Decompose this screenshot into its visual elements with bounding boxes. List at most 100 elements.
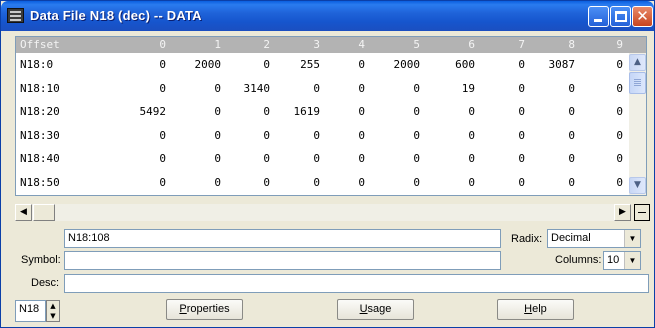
data-file-icon (7, 8, 24, 23)
table-cell[interactable]: 0 (181, 152, 221, 165)
table-cell[interactable]: 0 (485, 176, 525, 189)
table-cell[interactable]: 2000 (181, 58, 222, 71)
table-cell[interactable]: 0 (535, 129, 575, 142)
table-cell[interactable]: 3087 (535, 58, 576, 71)
table-cell[interactable]: 0 (535, 152, 575, 165)
table-cell[interactable]: 0 (325, 129, 365, 142)
table-cell[interactable]: 0 (435, 176, 475, 189)
table-cell[interactable]: 0 (435, 105, 475, 118)
table-cell[interactable]: 0 (126, 82, 166, 95)
table-cell[interactable]: 0 (380, 129, 420, 142)
help-accel: H (524, 303, 533, 315)
table-cell[interactable]: 0 (230, 176, 270, 189)
table-cell[interactable]: 0 (380, 152, 420, 165)
columns-select[interactable]: 10 ▼ (603, 251, 641, 270)
table-cell[interactable]: 0 (485, 129, 525, 142)
horizontal-scrollbar[interactable]: ◀ ▶ (15, 204, 631, 221)
title-bar[interactable]: Data File N18 (dec) -- DATA ✕ (1, 1, 654, 31)
properties-button[interactable]: Properties (166, 299, 243, 320)
table-cell[interactable]: 0 (126, 176, 166, 189)
table-cell[interactable]: 0 (435, 152, 475, 165)
minimize-button[interactable] (588, 6, 609, 27)
table-row[interactable]: N18:30 0 0 0 0 0 0 0 0 0 0 (16, 124, 628, 148)
table-cell[interactable]: 0 (485, 82, 525, 95)
symbol-field[interactable] (64, 251, 501, 270)
table-cell[interactable]: 0 (280, 176, 320, 189)
table-cell[interactable]: 0 (181, 129, 221, 142)
table-cell[interactable]: 0 (230, 105, 270, 118)
help-button[interactable]: Help (497, 299, 574, 320)
table-cell[interactable]: 3140 (230, 82, 271, 95)
scroll-up-button[interactable]: ▲ (629, 54, 646, 71)
maximize-icon (615, 11, 627, 22)
table-cell[interactable]: 0 (325, 105, 365, 118)
table-cell[interactable]: 0 (280, 82, 320, 95)
table-cell[interactable]: 0 (485, 58, 525, 71)
address-field[interactable]: N18:108 (64, 229, 501, 248)
columns-label: Columns: (555, 254, 602, 266)
split-pane-button[interactable] (634, 204, 650, 221)
table-cell[interactable]: 0 (181, 105, 221, 118)
close-button[interactable]: ✕ (632, 6, 653, 27)
table-cell[interactable]: 0 (583, 105, 623, 118)
table-cell[interactable]: 0 (126, 129, 166, 142)
table-cell[interactable]: 0 (280, 129, 320, 142)
table-cell[interactable]: 0 (230, 152, 270, 165)
usage-button[interactable]: Usage (337, 299, 414, 320)
table-cell[interactable]: 0 (126, 152, 166, 165)
table-cell[interactable]: 0 (380, 105, 420, 118)
table-cell[interactable]: 0 (535, 82, 575, 95)
maximize-button[interactable] (610, 6, 631, 27)
scroll-left-button[interactable]: ◀ (15, 204, 32, 221)
column-header-offset: Offset (20, 38, 60, 51)
table-cell[interactable]: 0 (535, 176, 575, 189)
spin-down-icon[interactable]: ▼ (47, 311, 59, 321)
table-cell[interactable]: 0 (181, 82, 221, 95)
table-cell[interactable]: 0 (325, 58, 365, 71)
table-cell[interactable]: 0 (325, 152, 365, 165)
table-cell[interactable]: 0 (583, 58, 623, 71)
file-spinner[interactable]: ▲ ▼ (46, 300, 60, 322)
table-row[interactable]: N18:10 0 0 3140 0 0 0 19 0 0 0 (16, 77, 628, 101)
table-cell[interactable]: 19 (435, 82, 475, 95)
table-cell[interactable]: 0 (230, 129, 270, 142)
table-cell[interactable]: 0 (583, 82, 623, 95)
table-cell[interactable]: 5492 (126, 105, 167, 118)
vertical-scrollbar[interactable]: ▲ ▼ (629, 53, 646, 195)
spin-up-icon[interactable]: ▲ (47, 301, 59, 311)
desc-field[interactable] (64, 274, 649, 293)
table-row[interactable]: N18:0 0 2000 0 255 0 2000 600 0 3087 0 (16, 53, 628, 77)
table-cell[interactable]: 0 (126, 58, 166, 71)
desc-label: Desc: (31, 277, 60, 289)
table-cell[interactable]: 0 (583, 176, 623, 189)
table-cell[interactable]: 0 (485, 152, 525, 165)
scroll-right-button[interactable]: ▶ (614, 204, 631, 221)
table-cell[interactable]: 0 (485, 105, 525, 118)
radix-select[interactable]: Decimal ▼ (547, 229, 641, 248)
table-row[interactable]: N18:50 0 0 0 0 0 0 0 0 0 0 (16, 171, 628, 195)
table-row[interactable]: N18:20 5492 0 0 1619 0 0 0 0 0 0 (16, 100, 628, 124)
scroll-down-button[interactable]: ▼ (629, 177, 646, 194)
table-cell[interactable]: 0 (380, 176, 420, 189)
table-cell[interactable]: 0 (583, 129, 623, 142)
table-cell[interactable]: 0 (380, 82, 420, 95)
data-table[interactable]: Offset 0 1 2 3 4 5 6 7 8 9 N18:0 0 2000 0 255 0 2000 600 0… (15, 36, 647, 196)
table-cell[interactable]: 0 (583, 152, 623, 165)
table-cell[interactable]: 600 (435, 58, 475, 71)
file-field[interactable]: N18 (15, 300, 46, 322)
horizontal-scroll-thumb[interactable] (33, 204, 55, 221)
usage-label: sage (367, 303, 392, 315)
table-cell[interactable]: 0 (435, 129, 475, 142)
table-cell[interactable]: 0 (181, 176, 221, 189)
table-cell[interactable]: 0 (280, 152, 320, 165)
radix-label: Radix: (511, 233, 543, 245)
table-row[interactable]: N18:40 0 0 0 0 0 0 0 0 0 0 (16, 147, 628, 171)
table-cell[interactable]: 2000 (380, 58, 421, 71)
table-cell[interactable]: 255 (280, 58, 320, 71)
table-cell[interactable]: 0 (325, 82, 365, 95)
table-cell[interactable]: 0 (325, 176, 365, 189)
vertical-scroll-thumb[interactable] (629, 72, 646, 94)
table-cell[interactable]: 0 (230, 58, 270, 71)
table-cell[interactable]: 0 (535, 105, 575, 118)
table-cell[interactable]: 1619 (280, 105, 321, 118)
